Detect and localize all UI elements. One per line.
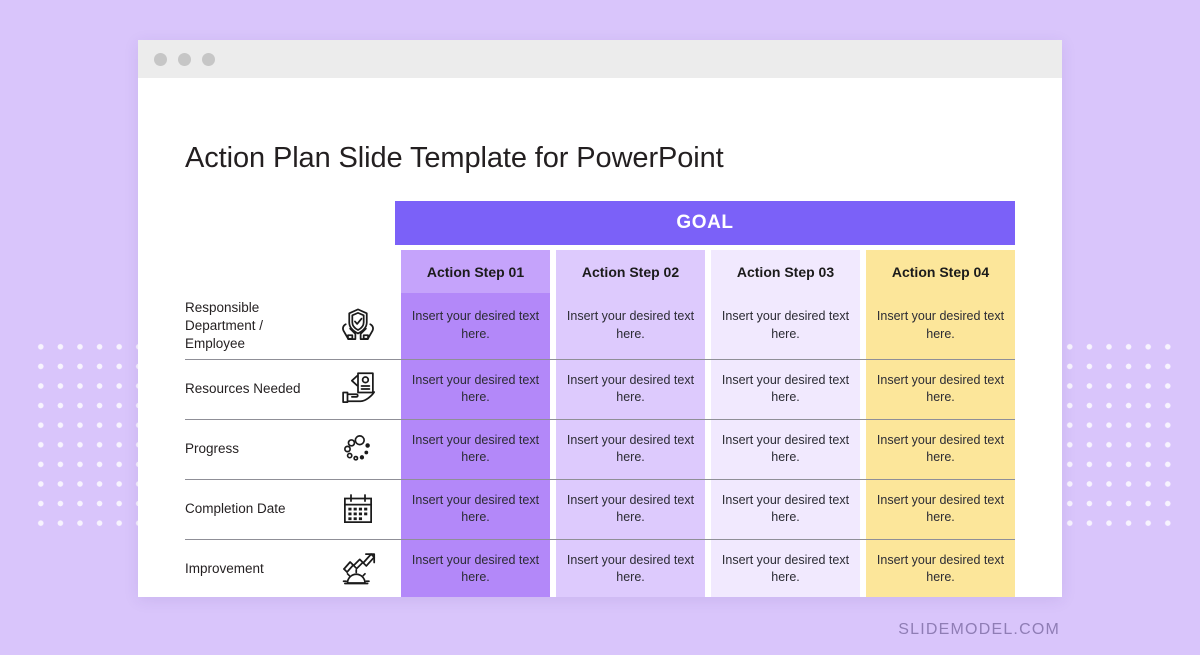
decorative-dot-grid-right bbox=[1056, 333, 1174, 529]
row-label-text: Improvement bbox=[185, 561, 264, 577]
browser-window: Action Plan Slide Template for PowerPoin… bbox=[138, 40, 1062, 597]
decorative-dot-grid-left bbox=[27, 333, 145, 529]
table-header-row: Action Step 01 Action Step 02 Action Ste… bbox=[185, 250, 1015, 293]
table-cell[interactable]: Insert your desired text here. bbox=[711, 293, 860, 359]
row-label-completion-date: Completion Date bbox=[185, 479, 395, 539]
table-row: Responsible Department / Employee Insert… bbox=[185, 293, 1015, 359]
page-title: Action Plan Slide Template for PowerPoin… bbox=[185, 142, 724, 174]
table-cell[interactable]: Insert your desired text here. bbox=[711, 479, 860, 539]
table-cell[interactable]: Insert your desired text here. bbox=[866, 359, 1015, 419]
table-cell[interactable]: Insert your desired text here. bbox=[866, 419, 1015, 479]
brand-watermark: SLIDEMODEL.COM bbox=[898, 621, 1060, 638]
goal-banner: GOAL bbox=[395, 201, 1015, 245]
column-header-action-step-01[interactable]: Action Step 01 bbox=[401, 250, 550, 293]
minimize-dot-icon[interactable] bbox=[178, 52, 191, 66]
table-cell[interactable]: Insert your desired text here. bbox=[556, 419, 705, 479]
header-row-spacer bbox=[185, 250, 395, 293]
row-label-text: Responsible Department / Employee bbox=[185, 300, 264, 351]
row-label-progress: Progress bbox=[185, 419, 395, 479]
table-cell[interactable]: Insert your desired text here. bbox=[556, 539, 705, 597]
table-cell[interactable]: Insert your desired text here. bbox=[401, 539, 550, 597]
table-cell[interactable]: Insert your desired text here. bbox=[556, 479, 705, 539]
table-cell[interactable]: Insert your desired text here. bbox=[866, 539, 1015, 597]
arrow-gear-icon bbox=[337, 548, 379, 590]
table-cell[interactable]: Insert your desired text here. bbox=[711, 539, 860, 597]
goal-row-spacer bbox=[185, 201, 395, 245]
table-cell[interactable]: Insert your desired text here. bbox=[401, 359, 550, 419]
table-cell[interactable]: Insert your desired text here. bbox=[401, 479, 550, 539]
row-label-resources-needed: Resources Needed bbox=[185, 359, 395, 419]
table-row: Progress Insert your desired text here. … bbox=[185, 418, 1015, 479]
shield-hands-icon bbox=[337, 305, 379, 347]
table-cell[interactable]: Insert your desired text here. bbox=[866, 479, 1015, 539]
table-cell[interactable]: Insert your desired text here. bbox=[556, 359, 705, 419]
table-row: Completion Date Insert your desired text… bbox=[185, 478, 1015, 539]
hand-document-icon bbox=[337, 368, 379, 410]
calendar-icon bbox=[337, 488, 379, 530]
row-label-improvement: Improvement bbox=[185, 539, 395, 597]
progress-dots-icon bbox=[337, 428, 379, 470]
table-cell[interactable]: Insert your desired text here. bbox=[866, 293, 1015, 359]
action-plan-table: GOAL Action Step 01 Action Step 02 Actio… bbox=[185, 201, 1015, 597]
row-label-text: Completion Date bbox=[185, 501, 286, 517]
row-label-text: Resources Needed bbox=[185, 381, 301, 397]
maximize-dot-icon[interactable] bbox=[202, 52, 215, 66]
slide-canvas: Action Plan Slide Template for PowerPoin… bbox=[138, 78, 1062, 597]
close-dot-icon[interactable] bbox=[154, 52, 167, 66]
row-label-text: Progress bbox=[185, 441, 240, 457]
window-titlebar bbox=[138, 40, 1062, 78]
table-row: Improvement Insert your desired text her… bbox=[185, 538, 1015, 597]
column-header-action-step-04[interactable]: Action Step 04 bbox=[866, 250, 1015, 293]
goal-banner-row: GOAL bbox=[185, 201, 1015, 245]
column-header-action-step-03[interactable]: Action Step 03 bbox=[711, 250, 860, 293]
table-cell[interactable]: Insert your desired text here. bbox=[556, 293, 705, 359]
table-cell[interactable]: Insert your desired text here. bbox=[711, 419, 860, 479]
table-cell[interactable]: Insert your desired text here. bbox=[401, 293, 550, 359]
column-header-action-step-02[interactable]: Action Step 02 bbox=[556, 250, 705, 293]
table-cell[interactable]: Insert your desired text here. bbox=[401, 419, 550, 479]
row-label-responsible-department: Responsible Department / Employee bbox=[185, 293, 395, 359]
table-cell[interactable]: Insert your desired text here. bbox=[711, 359, 860, 419]
table-row: Resources Needed Insert your desired tex… bbox=[185, 358, 1015, 419]
